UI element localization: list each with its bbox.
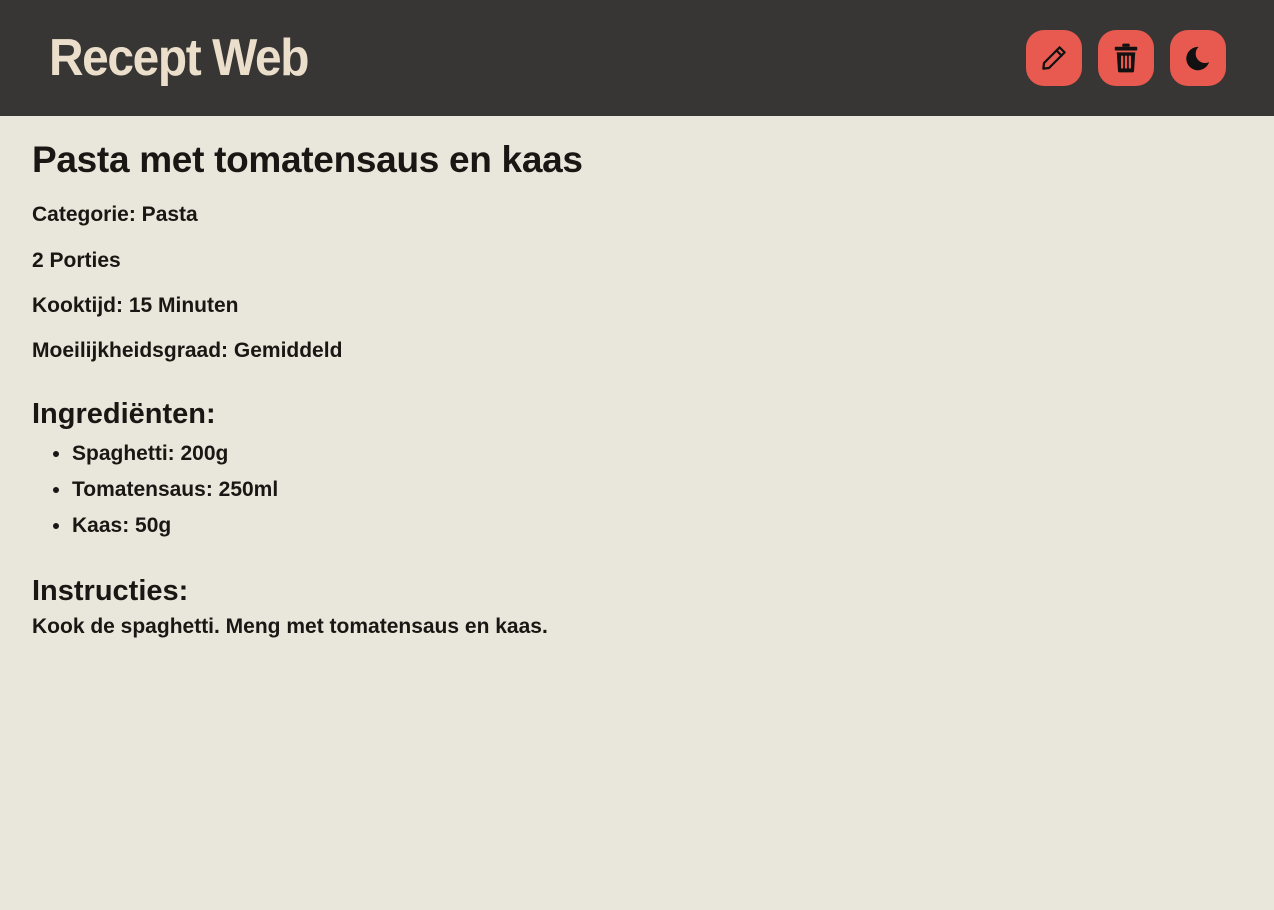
recipe-portions: 2 Porties (32, 248, 121, 272)
ingredients-list: Spaghetti: 200g Tomatensaus: 250ml Kaas:… (32, 436, 1242, 544)
delete-button[interactable] (1098, 30, 1154, 86)
ingredient-item: Tomatensaus: 250ml (72, 472, 1242, 508)
dark-mode-toggle[interactable] (1170, 30, 1226, 86)
recipe-detail: Pasta met tomatensaus en kaas Categorie:… (0, 138, 1274, 640)
ingredient-item: Kaas: 50g (72, 508, 1242, 544)
recipe-title: Pasta met tomatensaus en kaas (32, 139, 583, 180)
recipe-category: Categorie: Pasta (32, 203, 198, 227)
edit-button[interactable] (1026, 30, 1082, 86)
moon-icon (1184, 44, 1212, 72)
instructions-text: Kook de spaghetti. Meng met tomatensaus … (32, 614, 548, 638)
header-actions (1026, 30, 1226, 86)
pencil-icon (1039, 43, 1069, 73)
ingredient-item: Spaghetti: 200g (72, 436, 1242, 472)
recipe-cook-time: Kooktijd: 15 Minuten (32, 293, 239, 317)
recipe-difficulty: Moeilijkheidsgraad: Gemiddeld (32, 338, 343, 362)
app-header: Recept Web (0, 0, 1274, 116)
ingredients-heading: Ingrediënten: (32, 398, 216, 431)
app-title: Recept Web (49, 29, 310, 87)
trash-icon (1113, 43, 1139, 73)
instructions-heading: Instructies: (32, 574, 189, 607)
